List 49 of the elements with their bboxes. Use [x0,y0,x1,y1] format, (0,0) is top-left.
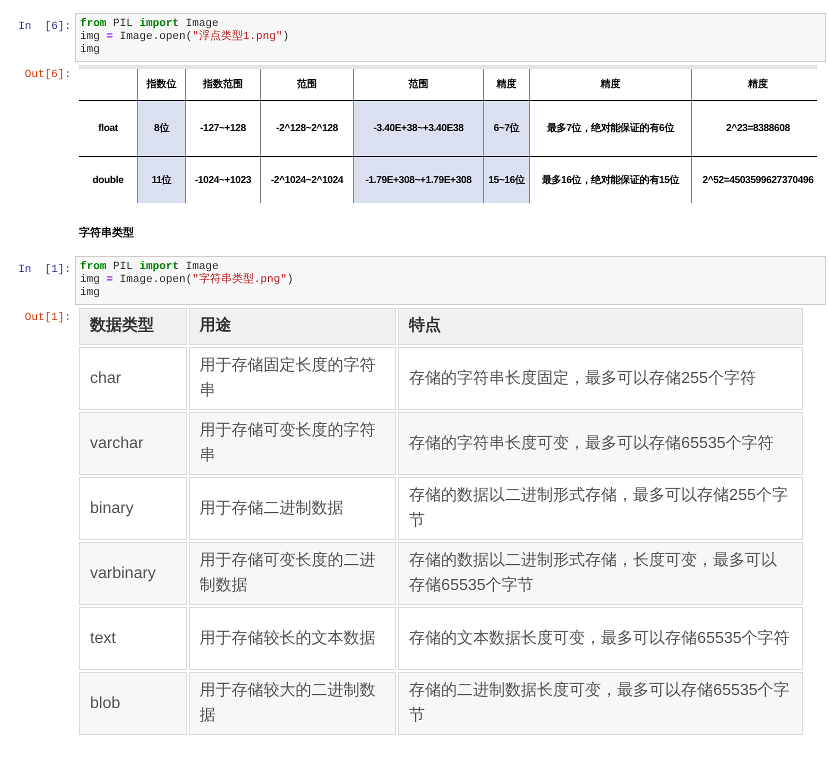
header-cell: 精度 [529,69,691,100]
table-cell: 2^23=8388608 [691,101,824,156]
input-prompt: In [6]: [17,20,72,35]
header-cell: 指数位 [137,69,185,100]
header-cell: 范围 [353,69,483,100]
table-cell: char [79,346,187,410]
table-cell: 15~16位 [483,157,529,203]
table-cell: 存储的数据以二进制形式存储，长度可变，最多可以存储65535个字节 [398,542,803,604]
table-cell: 8位 [137,101,185,156]
table-cell: 存储的字符串长度固定，最多可以存储255个字符 [398,346,803,410]
header-cell: 用途 [188,308,396,344]
table-cell: varbinary [79,542,187,604]
table-cell-text: double [92,174,124,188]
output-prompt: Out[6]: [24,68,72,83]
output-prompt: Out[1]: [24,310,72,326]
table-cell: 最多7位，绝对能保证的有6位 [529,101,691,156]
table-cell: 用于存储较长的文本数据 [188,606,396,670]
table-cell: 存储的二进制数据长度可变，最多可以存储65535个字节 [398,672,803,734]
table-cell: binary [79,476,187,540]
header-cell: 精度 [483,69,529,100]
table-cell: 存储的字符串长度可变，最多可以存储65535个字符 [398,412,803,474]
code-editor[interactable]: from PIL import Image img = Image.open("字符串类型.png") img [75,256,826,304]
table-cell: 用于存储二进制数据 [188,476,396,540]
table-cell: 最多16位，绝对能保证的有15位 [529,157,691,203]
table-cell: 6~7位 [483,101,529,156]
table-cell: blob [79,672,187,734]
table-cell: -1024~+1023 [185,157,260,203]
table-cell: 存储的文本数据长度可变，最多可以存储65535个字符 [398,606,803,670]
table-cell: -127~+128 [185,101,260,156]
table-cell: 2^52=4503599627370496 [691,157,824,203]
table-cell: 用于存储可变长度的字符串 [188,412,396,474]
table-cell: 用于存储固定长度的字符串 [188,346,396,410]
header-cell: 指数范围 [185,69,260,100]
table-cell: -3.40E+38~+3.40E38 [353,101,483,156]
header-cell: 范围 [260,69,353,100]
table-cell: text [79,606,187,670]
header-cell: 特点 [398,308,803,344]
table-cell: varchar [79,412,187,474]
table-cell: 11位 [137,157,185,203]
table-cell-text: float [97,122,119,136]
header-cell: 精度 [691,69,824,100]
table-cell: -1.79E+308~+1.79E+308 [353,157,483,203]
code-editor[interactable]: from PIL import Image img = Image.open("浮点类型1.png") img [75,13,826,62]
input-prompt: In [1]: [17,262,72,278]
table-cell: 存储的数据以二进制形式存储，最多可以存储255个字节 [398,476,803,540]
header-cell: 数据类型 [79,308,187,344]
table-cell: 用于存储可变长度的二进制数据 [188,542,396,604]
table-cell: 用于存储较大的二进制数据 [188,672,396,734]
section-heading: 字符串类型 [79,226,135,241]
